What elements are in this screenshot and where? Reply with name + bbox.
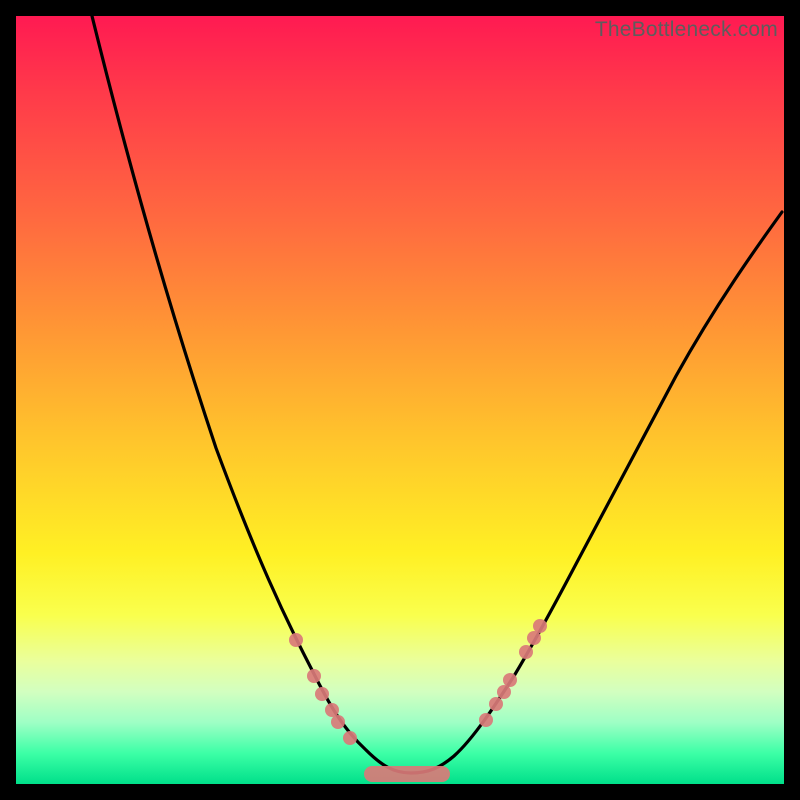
marker-right-4 xyxy=(503,673,517,687)
plot-area: TheBottleneck.com xyxy=(16,16,784,784)
watermark-label: TheBottleneck.com xyxy=(595,18,778,42)
marker-left-5 xyxy=(331,715,345,729)
marker-right-5 xyxy=(519,645,533,659)
marker-left-4 xyxy=(325,703,339,717)
marker-right-6 xyxy=(527,631,541,645)
curve-svg xyxy=(16,16,784,784)
chart-frame: TheBottleneck.com xyxy=(0,0,800,800)
flat-bottom-marker xyxy=(364,766,450,782)
bottleneck-curve xyxy=(92,16,782,773)
marker-right-7 xyxy=(533,619,547,633)
marker-right-2 xyxy=(489,697,503,711)
marker-right-3 xyxy=(497,685,511,699)
marker-right-1 xyxy=(479,713,493,727)
marker-left-1 xyxy=(289,633,303,647)
marker-left-6 xyxy=(343,731,357,745)
marker-left-3 xyxy=(315,687,329,701)
marker-left-2 xyxy=(307,669,321,683)
